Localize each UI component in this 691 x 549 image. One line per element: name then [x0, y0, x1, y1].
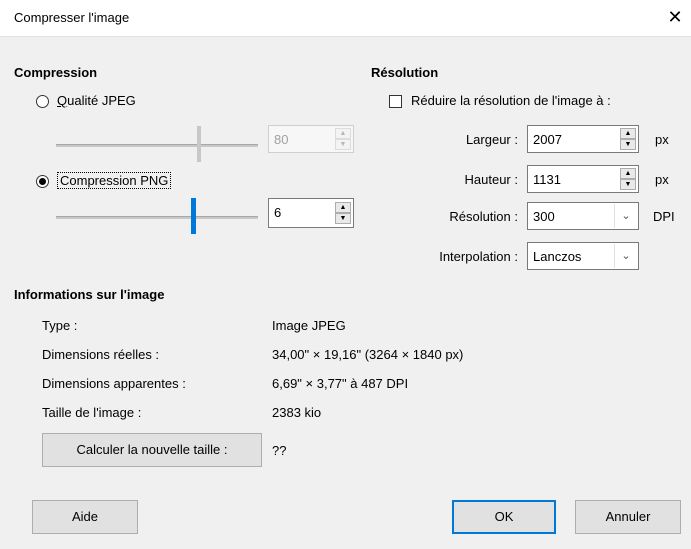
jpeg-quality-slider[interactable]: [56, 126, 258, 162]
interpolation-label: Interpolation :: [439, 249, 518, 264]
calculate-result: ??: [272, 443, 287, 458]
info-value-type: Image JPEG: [272, 318, 346, 333]
stepper-down-icon[interactable]: ▼: [335, 213, 351, 224]
resolution-heading: Résolution: [371, 65, 439, 80]
stepper-up-icon[interactable]: ▲: [620, 168, 636, 179]
resolution-unit: DPI: [653, 209, 675, 224]
chevron-down-icon[interactable]: ⌄: [614, 244, 637, 268]
cancel-button[interactable]: Annuler: [575, 500, 681, 534]
jpeg-quality-stepper[interactable]: 80 ▲ ▼: [268, 125, 354, 153]
stepper-up-icon[interactable]: ▲: [620, 128, 636, 139]
calculate-new-size-button[interactable]: Calculer la nouvelle taille :: [42, 433, 262, 467]
stepper-up-icon[interactable]: ▲: [335, 202, 351, 213]
jpeg-quality-label: Qualité JPEG: [57, 93, 136, 108]
stepper-down-icon[interactable]: ▼: [335, 139, 351, 150]
png-slider-thumb[interactable]: [191, 198, 196, 234]
info-label-type: Type :: [42, 318, 78, 333]
height-unit: px: [655, 172, 669, 187]
height-stepper[interactable]: 1131 ▲ ▼: [527, 165, 639, 193]
info-label-apparent-dimensions: Dimensions apparentes :: [42, 376, 186, 391]
reduce-resolution-label: Réduire la résolution de l'image à :: [411, 93, 611, 108]
close-icon[interactable]: ✕: [663, 5, 687, 29]
interpolation-combo[interactable]: Lanczos ⌄: [527, 242, 639, 270]
png-compression-stepper[interactable]: 6 ▲ ▼: [268, 198, 354, 228]
jpeg-quality-radio[interactable]: [36, 95, 49, 108]
width-unit: px: [655, 132, 669, 147]
png-compression-label: Compression PNG: [57, 172, 172, 189]
title-bar: Compresser l'image ✕: [0, 0, 691, 37]
chevron-down-icon[interactable]: ⌄: [614, 204, 637, 228]
ok-button[interactable]: OK: [452, 500, 556, 534]
info-heading: Informations sur l'image: [14, 287, 165, 302]
stepper-up-icon[interactable]: ▲: [335, 128, 351, 139]
png-compression-radio[interactable]: [36, 175, 49, 188]
info-label-real-dimensions: Dimensions réelles :: [42, 347, 160, 362]
help-button[interactable]: Aide: [32, 500, 138, 534]
info-value-image-size: 2383 kio: [272, 405, 322, 420]
stepper-down-icon[interactable]: ▼: [620, 179, 636, 190]
png-compression-slider[interactable]: [56, 198, 258, 234]
resolution-label: Résolution :: [449, 209, 518, 224]
width-label: Largeur :: [465, 132, 518, 147]
window-title: Compresser l'image: [14, 10, 130, 25]
stepper-down-icon[interactable]: ▼: [620, 139, 636, 150]
compression-heading: Compression: [14, 65, 98, 80]
reduce-resolution-checkbox[interactable]: [389, 95, 402, 108]
info-value-apparent-dimensions: 6,69" × 3,77" à 487 DPI: [272, 376, 409, 391]
resolution-combo[interactable]: 300 ⌄: [527, 202, 639, 230]
info-value-real-dimensions: 34,00" × 19,16" (3264 × 1840 px): [272, 347, 464, 362]
width-stepper[interactable]: 2007 ▲ ▼: [527, 125, 639, 153]
info-label-image-size: Taille de l'image :: [42, 405, 142, 420]
jpeg-slider-thumb[interactable]: [197, 126, 201, 162]
height-label: Hauteur :: [464, 172, 518, 187]
